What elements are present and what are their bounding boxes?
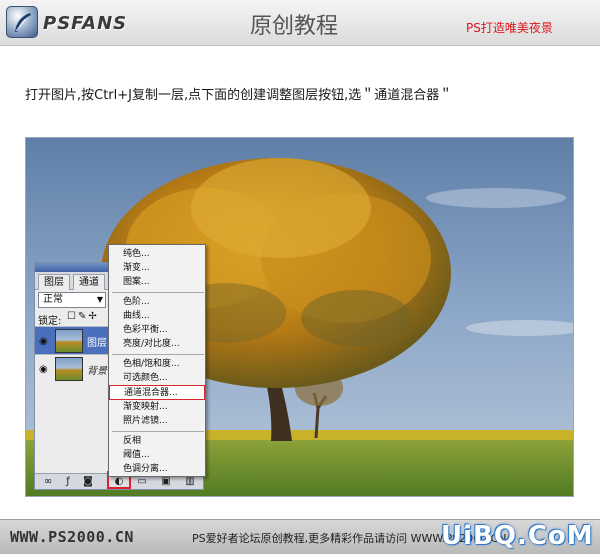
footer-url[interactable]: WWW.PS2000.CN [10,528,134,546]
eye-icon[interactable]: ◉ [39,364,48,375]
menu-item-threshold[interactable]: 阈值... [109,448,205,462]
menu-item-pattern[interactable]: 图案... [109,275,205,289]
menu-item-invert[interactable]: 反相 [109,434,205,448]
header-subtitle: PS打造唯美夜景 [466,21,553,35]
instruction-text: 打开图片,按Ctrl+J复制一层,点下面的创建调整图层按钮,选＂通道混合器＂ [25,88,453,103]
menu-item-photo-filter[interactable]: 照片滤镜... [109,414,205,428]
menu-divider [112,292,204,293]
layer-name: 背景 [87,366,107,377]
layer-thumbnail [55,329,83,353]
layer-thumbnail [55,357,83,381]
tab-layers[interactable]: 图层 [38,274,70,290]
chevron-down-icon: ▼ [96,295,103,304]
link-icon[interactable]: ∞ [41,475,55,488]
blend-mode-select[interactable]: 正常 ▼ [38,292,106,308]
menu-divider [112,431,204,432]
watermark-logo: UiBQ.CoM [441,521,594,551]
eye-icon[interactable]: ◉ [39,336,48,347]
menu-item-solid-color[interactable]: 纯色... [109,247,205,261]
menu-divider [112,354,204,355]
brand-name: PSFANS [43,13,128,34]
fx-icon[interactable]: ƒ [61,475,75,488]
layer-name: 图层 [87,338,107,349]
menu-item-gradient-map[interactable]: 渐变映射... [109,400,205,414]
menu-item-channel-mixer[interactable]: 通道混合器... [109,385,205,400]
tab-channels[interactable]: 通道 [73,274,105,290]
page-title: 原创教程 [250,14,339,39]
tutorial-screenshot: 图层 通道 正常 ▼ 锁定: ☐✎✢ ◉ 图层 ◉ 背景 ∞ ƒ ◙ ◐ ▭ ▣… [25,137,574,497]
menu-item-brightness-contrast[interactable]: 亮度/对比度... [109,337,205,351]
menu-item-posterize[interactable]: 色调分离... [109,462,205,476]
lock-options-icon[interactable]: ☐✎✢ [67,311,99,322]
menu-item-selective-color[interactable]: 可选颜色... [109,371,205,385]
menu-item-levels[interactable]: 色阶... [109,295,205,309]
menu-item-gradient[interactable]: 渐变... [109,261,205,275]
blend-mode-value: 正常 [43,294,63,305]
adjustment-menu: 纯色... 渐变... 图案... 色阶... 曲线... 色彩平衡... 亮度… [108,244,206,477]
mask-icon[interactable]: ◙ [81,475,95,488]
header-bar: PSFANS 原创教程 PS打造唯美夜景 [0,0,600,46]
feather-logo-icon [6,6,38,38]
menu-item-hue-saturation[interactable]: 色相/饱和度... [109,357,205,371]
menu-item-color-balance[interactable]: 色彩平衡... [109,323,205,337]
menu-item-curves[interactable]: 曲线... [109,309,205,323]
lock-label: 锁定: [38,316,62,327]
